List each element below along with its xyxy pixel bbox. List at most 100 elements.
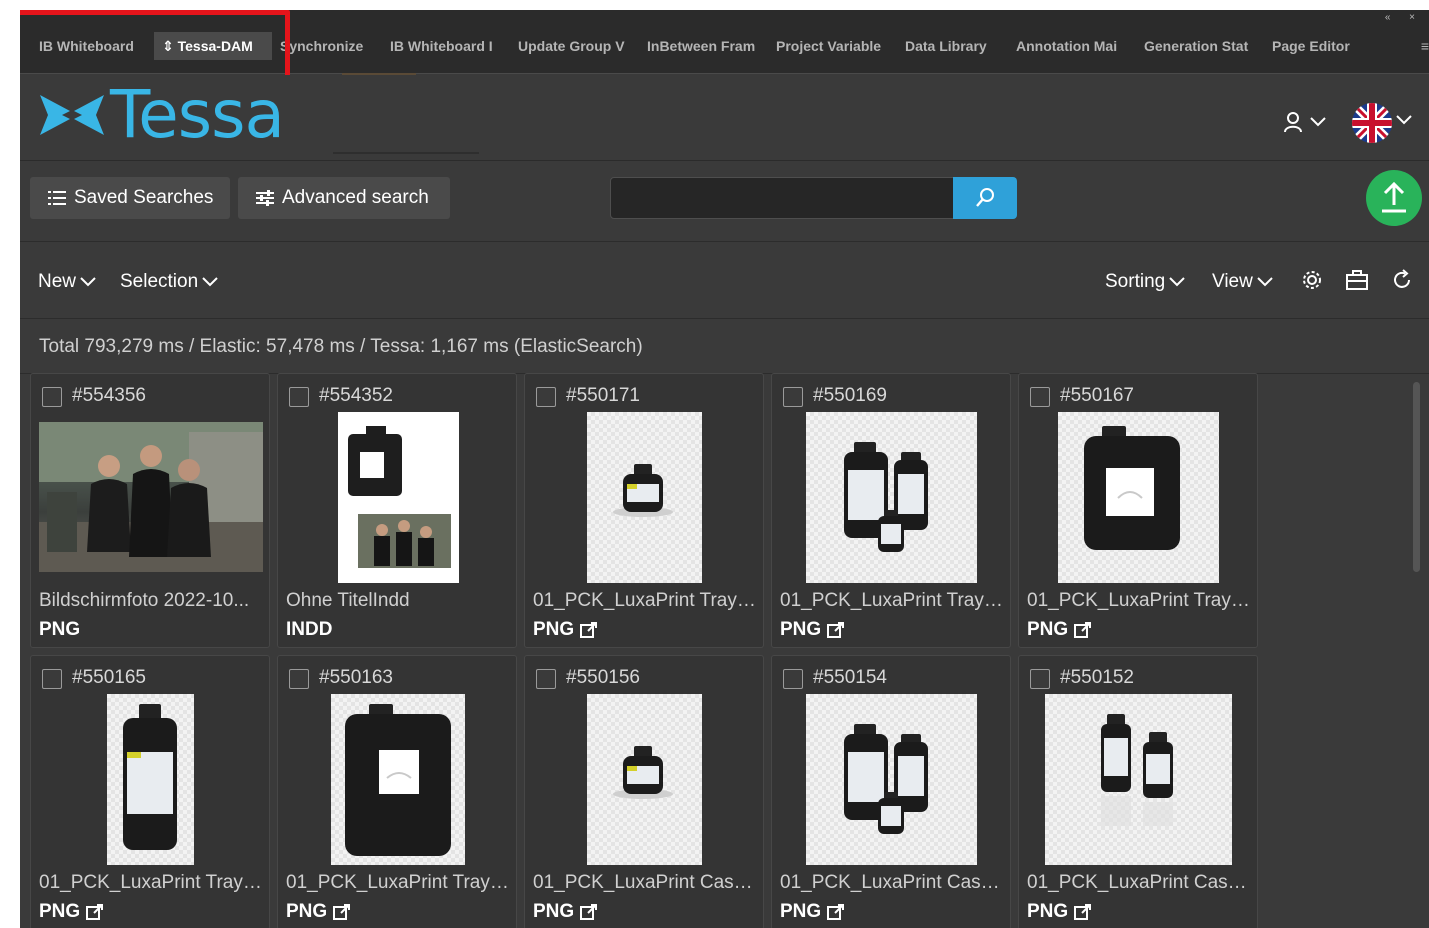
asset-title: 01_PCK_LuxaPrint Cast ...	[533, 872, 757, 893]
asset-checkbox[interactable]	[42, 387, 62, 407]
asset-filetype-label: PNG	[39, 619, 81, 640]
search-icon	[976, 188, 994, 207]
asset-checkbox[interactable]	[289, 387, 309, 407]
tab-inbetween-frame[interactable]: InBetween Fram	[639, 32, 768, 60]
asset-thumbnail[interactable]	[338, 412, 459, 583]
asset-filetype-label: INDD	[286, 619, 333, 640]
external-link-icon[interactable]	[1074, 621, 1092, 639]
advanced-search-label: Advanced search	[282, 187, 429, 208]
upload-icon	[1382, 181, 1406, 213]
window-controls[interactable]: « ×	[1385, 12, 1423, 23]
refresh-icon[interactable]	[1391, 269, 1413, 291]
bottle-set-image	[844, 724, 928, 834]
gear-icon[interactable]	[1301, 269, 1323, 291]
query-stats: Total 793,279 ms / Elastic: 57,478 ms / …	[20, 320, 1429, 374]
external-link-icon[interactable]	[580, 621, 598, 639]
canister-image	[1084, 426, 1180, 550]
asset-checkbox[interactable]	[1030, 669, 1050, 689]
upload-button[interactable]	[1366, 170, 1422, 226]
tab-generation-status[interactable]: Generation Stat	[1136, 32, 1264, 60]
asset-filetype: PNG	[286, 901, 351, 923]
tab-strip: « × IB Whiteboard ⇕ Tessa-DAM Synchroniz…	[20, 10, 1429, 75]
tab-project-variable[interactable]: Project Variable	[768, 32, 897, 60]
asset-filetype-label: PNG	[780, 619, 822, 640]
chevron-down-icon	[1169, 277, 1185, 287]
asset-title: 01_PCK_LuxaPrint Tray ...	[533, 590, 757, 611]
asset-id: #550154	[813, 667, 887, 688]
external-link-icon[interactable]	[580, 903, 598, 921]
app-header: Tessa	[20, 75, 1429, 161]
asset-thumbnail[interactable]	[587, 412, 702, 583]
tessa-logo[interactable]: Tessa	[38, 82, 285, 148]
asset-id: #554356	[72, 385, 146, 406]
asset-thumbnail[interactable]	[1045, 694, 1232, 865]
asset-filetype-label: PNG	[780, 901, 822, 922]
asset-card[interactable]: #550154 01_PCK_LuxaPrint Cast ... PNG	[771, 655, 1011, 928]
asset-checkbox[interactable]	[536, 387, 556, 407]
tessa-logo-mark-icon	[40, 95, 104, 135]
asset-thumbnail[interactable]	[806, 412, 977, 583]
asset-card[interactable]: #550165 01_PCK_LuxaPrint Tray_... PNG	[30, 655, 270, 928]
asset-checkbox[interactable]	[536, 669, 556, 689]
asset-filetype: INDD	[286, 619, 332, 641]
tab-data-library[interactable]: Data Library	[897, 32, 1008, 60]
search-button[interactable]	[953, 177, 1017, 219]
search-input[interactable]	[610, 177, 954, 219]
tab-menu-icon[interactable]: ≡	[1421, 38, 1429, 54]
external-link-icon[interactable]	[1074, 903, 1092, 921]
selection-dropdown[interactable]: Selection	[120, 271, 218, 293]
asset-thumbnail[interactable]	[806, 694, 977, 865]
asset-thumbnail[interactable]	[107, 694, 194, 865]
external-link-icon[interactable]	[86, 903, 104, 921]
asset-card[interactable]: #550171 01_PCK_LuxaPrint Tray ... PNG	[524, 373, 764, 648]
tab-update-group[interactable]: Update Group V	[510, 32, 639, 60]
bottle-small-image	[613, 464, 673, 517]
sorting-dropdown[interactable]: Sorting	[1105, 271, 1185, 293]
asset-card[interactable]: #554356 Bildschirmfoto 2022-10... PNG	[30, 373, 270, 648]
asset-thumbnail[interactable]	[1058, 412, 1219, 583]
results-scrollbar[interactable]	[1413, 382, 1420, 572]
tab-annotation-manager[interactable]: Annotation Mai	[1008, 32, 1136, 60]
tab-page-editor[interactable]: Page Editor	[1264, 32, 1356, 60]
asset-filetype-label: PNG	[533, 901, 575, 922]
asset-card[interactable]: #550156 01_PCK_LuxaPrint Cast ... PNG	[524, 655, 764, 928]
view-dropdown[interactable]: View	[1212, 271, 1273, 293]
chevron-down-icon	[1310, 117, 1326, 127]
external-link-icon[interactable]	[827, 621, 845, 639]
asset-card[interactable]: #550152 01_PCK_LuxaPrint Cast_... PNG	[1018, 655, 1258, 928]
asset-checkbox[interactable]	[289, 669, 309, 689]
asset-checkbox[interactable]	[783, 387, 803, 407]
asset-filetype: PNG	[39, 619, 80, 641]
asset-thumbnail[interactable]	[331, 694, 465, 865]
tab-ib-whiteboard-2[interactable]: IB Whiteboard I	[382, 32, 510, 60]
chevron-down-icon	[1257, 277, 1273, 287]
saved-searches-button[interactable]: Saved Searches	[30, 177, 230, 219]
user-menu[interactable]	[1282, 111, 1326, 133]
asset-filetype: PNG	[780, 619, 845, 641]
external-link-icon[interactable]	[333, 903, 351, 921]
asset-filetype: PNG	[533, 901, 598, 923]
asset-id: #550167	[1060, 385, 1134, 406]
bottle-pair-image	[1101, 714, 1173, 826]
asset-id: #550156	[566, 667, 640, 688]
asset-checkbox[interactable]	[783, 669, 803, 689]
asset-card[interactable]: #554352 Ohne TitelIndd INDD	[277, 373, 517, 648]
asset-checkbox[interactable]	[42, 669, 62, 689]
new-dropdown[interactable]: New	[38, 271, 96, 293]
tab-tessa-dam[interactable]: ⇕ Tessa-DAM	[154, 32, 272, 60]
asset-filetype: PNG	[780, 901, 845, 923]
asset-thumbnail[interactable]	[587, 694, 702, 865]
asset-thumbnail[interactable]	[39, 422, 263, 572]
asset-card[interactable]: #550163 01_PCK_LuxaPrint Tray_... PNG	[277, 655, 517, 928]
asset-card[interactable]: #550169 01_PCK_LuxaPrint Tray ... PNG	[771, 373, 1011, 648]
asset-id: #550152	[1060, 667, 1134, 688]
tab-synchronize[interactable]: Synchronize	[272, 32, 382, 60]
asset-card[interactable]: #550167 01_PCK_LuxaPrint Tray_... PNG	[1018, 373, 1258, 648]
language-chevron-icon[interactable]	[1396, 115, 1412, 125]
briefcase-icon[interactable]	[1345, 269, 1369, 291]
tab-ib-whiteboard[interactable]: IB Whiteboard	[31, 32, 154, 60]
advanced-search-button[interactable]: Advanced search	[238, 177, 450, 219]
asset-checkbox[interactable]	[1030, 387, 1050, 407]
external-link-icon[interactable]	[827, 903, 845, 921]
uk-flag-icon[interactable]	[1352, 103, 1392, 143]
